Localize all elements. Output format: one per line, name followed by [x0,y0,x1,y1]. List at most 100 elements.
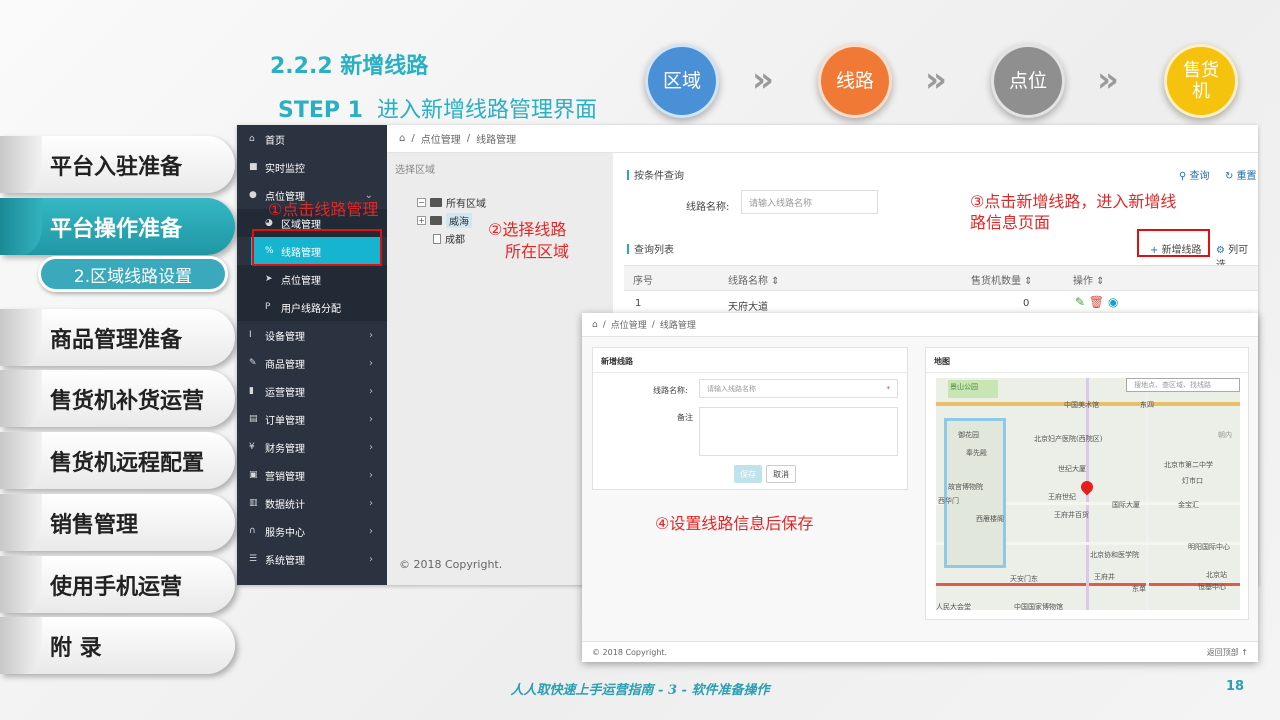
map-marker-icon[interactable] [1078,478,1096,496]
map-label: 御花园 [958,431,979,439]
required-mark: * [886,384,891,393]
tree-node-weihai[interactable]: + 威海 [417,213,472,228]
map-label: 北京妇产医院(西院区) [1034,435,1103,443]
query-button[interactable]: ⚲ 查询 [1179,167,1210,182]
remark-textarea[interactable] [699,407,898,456]
note-step1: ①点击线路管理 [268,200,379,219]
map-label: 王府井 [1094,573,1115,581]
map-label: 东四 [1140,401,1154,409]
home-icon[interactable]: ⌂ [399,133,405,144]
col-header-name[interactable]: 线路名称 ⇕ [728,272,780,287]
nav-subtab-region-route[interactable]: 2.区域线路设置 [38,256,228,292]
ops-icon: ▮ [249,386,254,396]
delete-icon[interactable]: 🗑 [1089,295,1104,309]
service-icon: ∩ [249,526,256,536]
map-label: 故宫博物院 [948,483,983,491]
route-name-label: 线路名称: [686,202,730,213]
flow-step-label: 线路 [835,70,874,92]
back-to-top-link[interactable]: 返回顶部 ↑ [1207,647,1248,658]
new-route-form-card: 新增线路 线路名称: 请输入线路名称 * 备注 保存 取消 [592,347,908,490]
expand-icon[interactable]: + [417,216,426,225]
section-heading: 2.2.2 新增线路 [270,54,429,79]
step-heading: STEP 1 进入新增线路管理界面 [278,92,597,124]
video-icon: ■ [249,162,258,172]
map-title: 地图 [934,357,950,366]
tree-node-root[interactable]: − 所有区域 [417,195,486,210]
sidebar-item-system[interactable]: ☰ 系统管理 › [237,545,387,573]
breadcrumb-item[interactable]: 点位管理 [611,318,647,331]
reset-button[interactable]: ↻ 重置 [1225,167,1257,182]
route-name-input[interactable]: 请输入线路名称 [741,190,878,214]
sidebar-item-point[interactable]: ➤ 点位管理 [237,265,387,293]
cell-count: 0 [1023,298,1030,309]
nav-tab-remote-config[interactable]: 售货机远程配置 [0,432,235,489]
nav-tab-goods[interactable]: 商品管理准备 [0,309,235,366]
nav-tab-appendix[interactable]: 附 录 [0,617,235,674]
map-label: 人民大会堂 [936,603,971,610]
form-title: 新增线路 [601,357,633,366]
map-label: 灯市口 [1182,477,1203,485]
breadcrumb: ⌂ / 点位管理 / 线路管理 [582,313,1258,337]
nav-tab-onboarding[interactable]: 平台入驻准备 [0,136,235,193]
nav-tab-mobile[interactable]: 使用手机运营 [0,556,235,613]
view-icon[interactable]: ◉ [1108,295,1118,309]
sidebar-label: 数据统计 [265,499,305,511]
sidebar-item-finance[interactable]: ¥ 财务管理 › [237,433,387,461]
chevron-right-icon: › [369,413,373,425]
breadcrumb-item[interactable]: 点位管理 [421,131,461,146]
sidebar-item-ops[interactable]: ▮ 运营管理 › [237,377,387,405]
chevron-right-icon: › [369,441,373,453]
flow-step-label: 售货机 [1183,60,1219,102]
new-route-footer: © 2018 Copyright. 返回顶部 ↑ [582,641,1258,662]
device-icon: Ⅰ [249,330,252,340]
folder-open-icon [430,198,442,207]
goods-icon: ✎ [249,358,257,368]
note-step2-line2: 所在区域 [505,242,570,261]
nav-tab-sales[interactable]: 销售管理 [0,494,235,551]
edit-icon[interactable]: ✎ [1075,295,1085,309]
sidebar-label: 商品管理 [265,359,305,371]
flow-step-label: 点位 [1008,70,1047,92]
nav-tab-restock[interactable]: 售货机补货运营 [0,370,235,427]
nav-tab-platform-ops[interactable]: 平台操作准备 [0,198,235,255]
note-step2-line1: ②选择线路 [488,220,567,239]
sidebar-item-user-route[interactable]: P 用户线路分配 [237,293,387,321]
sidebar-label: 财务管理 [265,443,305,455]
tree-node-chengdu[interactable]: 成都 [433,231,465,246]
query-title: 按条件查询 [627,167,684,182]
flow-step-route: 线路 [818,44,892,118]
gear-icon: ⚙ [1216,245,1229,256]
sidebar-item-order[interactable]: ▤ 订单管理 › [237,405,387,433]
cancel-button[interactable]: 取消 [766,465,796,483]
search-icon: ⚲ [1179,171,1190,182]
sidebar-item-service[interactable]: ∩ 服务中心 › [237,517,387,545]
route-name-input[interactable]: 请输入线路名称 * [699,379,898,398]
collapse-icon[interactable]: − [417,198,426,207]
sidebar-item-device[interactable]: Ⅰ 设备管理 › [237,321,387,349]
save-button[interactable]: 保存 [734,465,762,483]
map-label: 中国国家博物馆 [1014,603,1063,610]
tree-node-label: 所有区域 [446,199,486,210]
map-label: 东单 [1132,585,1146,593]
sidebar-label: 首页 [265,135,285,147]
sidebar-item-goods[interactable]: ✎ 商品管理 › [237,349,387,377]
sidebar-item-home[interactable]: ⌂ 首页 [237,125,387,153]
reset-button-label: 重置 [1236,171,1257,182]
map-label: 中国美术馆 [1064,401,1099,409]
sidebar-label: 用户线路分配 [281,303,341,315]
col-header-action[interactable]: 操作 ⇕ [1073,272,1105,287]
home-icon[interactable]: ⌂ [592,320,598,330]
finance-icon: ¥ [249,442,255,452]
col-header-count[interactable]: 售货机数量 ⇕ [971,272,1033,287]
sidebar-item-stats[interactable]: ▥ 数据统计 › [237,489,387,517]
map-search-input[interactable]: 搜地点、查区域、找线路 [1126,378,1240,392]
sidebar-item-monitor[interactable]: ■ 实时监控 [237,153,387,181]
query-button-label: 查询 [1189,171,1210,182]
flow-step-vending: 售货机 [1164,44,1238,118]
page-number: 18 [1226,679,1245,694]
flow-step-point: 点位 [991,44,1065,118]
route-name-label: 线路名称: [653,386,688,395]
sidebar-item-marketing[interactable]: ▣ 营销管理 › [237,461,387,489]
map-view[interactable]: 景山公园 中国美术馆 东四 朝内 御花园 北京妇产医院(西院区) 奉先殿 世纪大… [936,378,1240,610]
note-step4: ④设置线路信息后保存 [655,514,814,533]
